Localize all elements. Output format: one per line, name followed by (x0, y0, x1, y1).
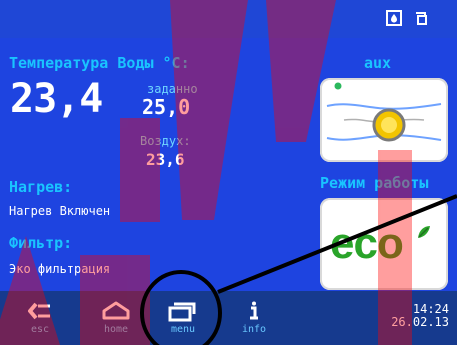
light-illustration (326, 82, 442, 142)
home-button[interactable]: home (94, 300, 138, 335)
menu-label: menu (170, 324, 196, 335)
esc-button[interactable]: esc (20, 300, 60, 335)
esc-label: esc (30, 324, 50, 335)
bottom-bar: esc home menu info 14:24 26.02.13 (0, 291, 457, 345)
device-screen: Температура Воды °C: 23,4 заданно 25,0 В… (0, 0, 457, 345)
home-icon (101, 300, 131, 322)
info-label: info (241, 324, 267, 335)
water-temp-title-text: Температура Воды (9, 54, 154, 72)
mode-label: Режим работы (320, 174, 429, 192)
menu-icon (168, 300, 198, 322)
air-temp-value: 23,6 (146, 150, 185, 169)
menu-button[interactable]: menu (160, 300, 206, 335)
info-button[interactable]: info (232, 300, 276, 335)
air-temp-label: Воздух: (140, 134, 191, 148)
filter-label: Фильтр: (9, 234, 73, 252)
filter-status: Эко фильтрация (9, 262, 111, 276)
aux-label: aux (364, 54, 392, 72)
clock: 14:24 26.02.13 (391, 303, 449, 329)
drop-icon[interactable] (386, 10, 402, 26)
current-temp: 23,4 (10, 76, 103, 122)
top-bar (0, 0, 457, 38)
water-temp-unit: °C: (162, 54, 190, 72)
heating-label: Нагрев: (9, 178, 73, 196)
aux-card[interactable] (320, 78, 448, 162)
mode-card[interactable]: eco (320, 198, 448, 290)
main-panel: Температура Воды °C: 23,4 заданно 25,0 В… (0, 38, 457, 291)
copy-icon[interactable] (413, 10, 429, 26)
info-icon (243, 300, 265, 322)
clock-date: 26.02.13 (391, 315, 449, 329)
leaf-icon (416, 224, 432, 240)
eco-logo: eco (330, 220, 438, 268)
set-temp-label: заданно (147, 82, 198, 96)
heating-status: Нагрев Включен (9, 204, 111, 218)
home-label: home (103, 324, 129, 335)
esc-icon (26, 300, 54, 322)
set-temp-value: 25,0 (142, 95, 191, 119)
water-temp-title: Температура Воды °C: (9, 54, 190, 72)
